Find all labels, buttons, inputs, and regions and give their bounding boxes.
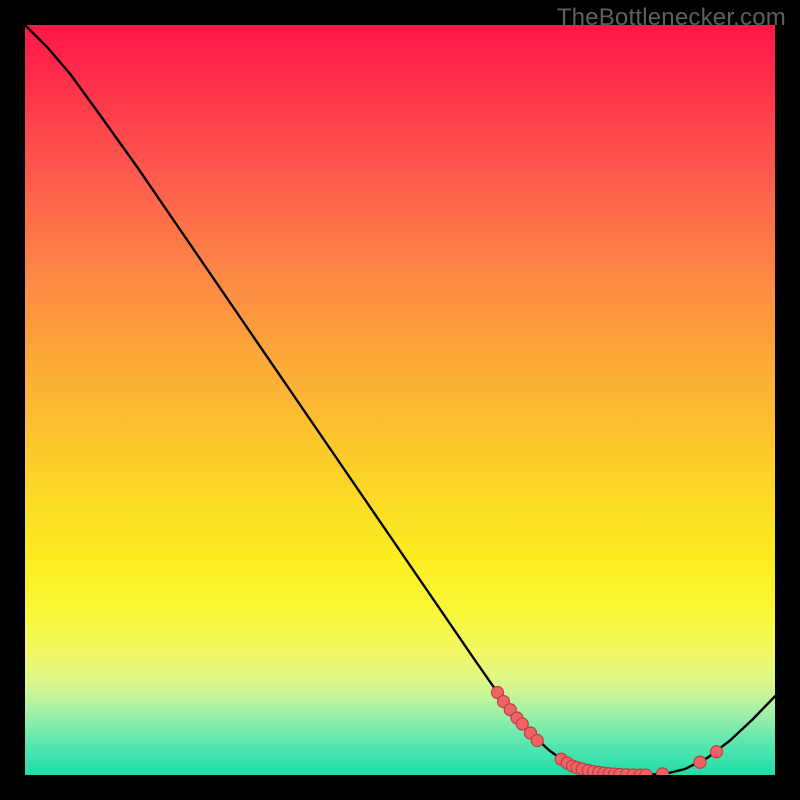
data-marker xyxy=(694,756,706,768)
data-marker xyxy=(657,768,669,775)
data-marker xyxy=(531,735,543,747)
plot-area xyxy=(25,25,775,775)
chart-overlay xyxy=(25,25,775,775)
bottleneck-curve xyxy=(25,25,775,775)
chart-frame: TheBottlenecker.com xyxy=(0,0,800,800)
watermark-text: TheBottlenecker.com xyxy=(557,4,786,32)
data-marker xyxy=(711,746,723,758)
marker-group xyxy=(492,687,723,776)
